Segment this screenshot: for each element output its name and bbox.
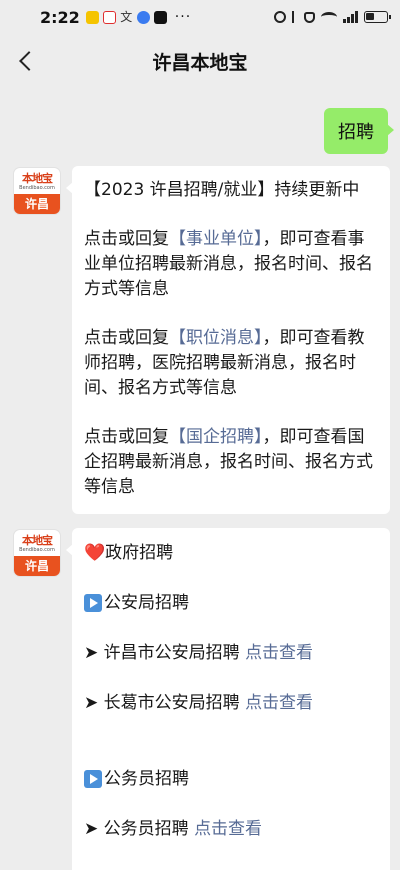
view-link[interactable]: 点击查看 [194,817,262,842]
message-paragraph: 点击或回复【职位消息】，即可查看教师招聘，医院招聘最新消息，报名时间、报名方式等… [84,326,378,401]
sent-message-text: 招聘 [338,122,374,143]
cloud-icon [136,10,150,24]
heart-icon: ❤️ [84,542,106,563]
play-icon [84,594,102,612]
signal-icon [343,11,358,23]
list-item-label: ➤ 长葛市公安局招聘 [84,692,240,713]
subsection-heading: 公安局招聘 [84,578,378,628]
received-message-bubble[interactable]: ❤️ 政府招聘 公安局招聘 ➤ 许昌市公安局招聘 点击查看 ➤ 长葛市公安局招聘… [66,528,390,870]
tiktok-icon [153,10,167,24]
view-link[interactable]: 点击查看 [245,641,313,666]
guoqi-zhaopin-link[interactable]: 【国企招聘】 [169,427,263,447]
system-icons [274,11,391,23]
app-notification-icon [102,10,116,24]
notification-icons: 文 ··· [85,9,192,25]
avatar-url: Bendibao.com [19,547,55,553]
list-item: ➤ 长葛市公安局招聘 点击查看 [84,678,378,728]
alarm-icon [274,11,286,23]
paragraph-text: 点击或回复 [84,229,169,249]
avatar-city: 许昌 [14,556,60,576]
back-icon[interactable] [16,50,38,72]
list-item: ➤ 许昌市公安局招聘 点击查看 [84,628,378,678]
paragraph-text: 点击或回复 [84,328,169,348]
message-paragraph: 点击或回复【国企招聘】，即可查看国企招聘最新消息，报名时间、报名方式等信息 [84,425,378,500]
status-time: 2:22 [40,7,80,27]
more-notifications-icon: ··· [174,9,192,25]
avatar-logo-text: 本地宝 [22,172,53,185]
status-bar: 2:22 文 ··· [0,0,400,34]
wifi-icon [321,12,337,22]
message-paragraph: 点击或回复【事业单位】，即可查看事业单位招聘最新消息，报名时间、报名方式等信息 [84,227,378,302]
avatar[interactable]: 本地宝 Bendibao.com 许昌 [14,168,60,214]
nav-bar: 许昌本地宝 [0,34,400,88]
mute-icon [304,11,315,23]
list-item-label: ➤ 公务员招聘 [84,818,189,839]
section-title: 政府招聘 [105,542,174,563]
view-link[interactable]: 点击查看 [245,691,313,716]
sent-message-bubble[interactable]: 招聘 [324,108,394,154]
message-title: 【2023 许昌招聘/就业】持续更新中 [84,180,360,200]
avatar-logo-text: 本地宝 [22,534,53,547]
avatar-url: Bendibao.com [19,185,55,191]
subsection-title: 公务员招聘 [104,768,189,789]
list-item: ➤ 公务员招聘 点击查看 [84,804,378,854]
battery-icon [364,11,391,23]
section-heading: ❤️ 政府招聘 [84,528,378,578]
avatar[interactable]: 本地宝 Bendibao.com 许昌 [14,530,60,576]
bluetooth-icon [292,11,298,23]
avatar-city: 许昌 [14,194,60,214]
page-title: 许昌本地宝 [152,51,248,74]
meituan-icon [85,10,99,24]
wen-icon: 文 [120,9,133,24]
shiye-danwei-link[interactable]: 【事业单位】 [169,229,263,249]
subsection-heading: 公务员招聘 [84,754,378,804]
zhiwei-xiaoxi-link[interactable]: 【职位消息】 [169,328,263,348]
list-item-label: ➤ 许昌市公安局招聘 [84,642,240,663]
received-message-bubble[interactable]: 【2023 许昌招聘/就业】持续更新中 点击或回复【事业单位】，即可查看事业单位… [66,166,390,514]
play-icon [84,770,102,788]
paragraph-text: 点击或回复 [84,427,169,447]
subsection-title: 公安局招聘 [104,592,189,613]
